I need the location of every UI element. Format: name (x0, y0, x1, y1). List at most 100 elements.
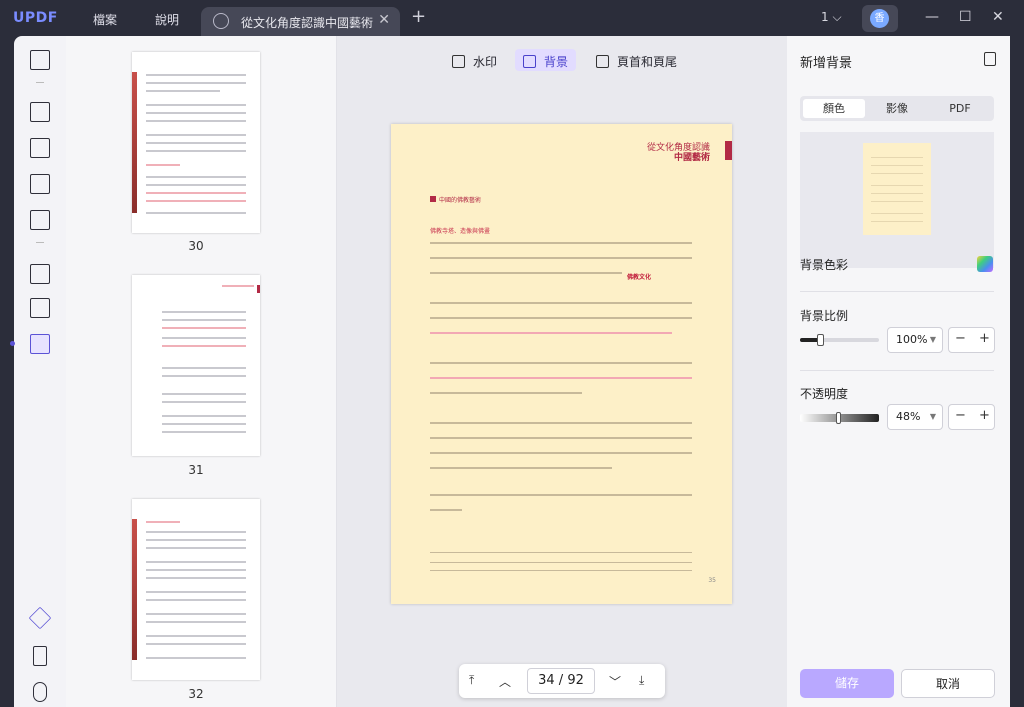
window-count-dropdown[interactable]: 1 ⌵ (821, 10, 842, 25)
text-line (430, 332, 672, 334)
scale-input[interactable]: 100% ▼ (887, 327, 943, 353)
menu-file[interactable]: 檔案 (93, 11, 117, 28)
chevron-down-icon: ▼ (929, 335, 936, 344)
header-footer-icon (596, 55, 609, 68)
background-type-tabs: 顏色 影像 PDF (800, 96, 994, 121)
tab-image[interactable]: 影像 (866, 99, 928, 118)
layers-icon[interactable] (28, 606, 52, 630)
crop-icon[interactable] (30, 298, 50, 318)
page-tools-icon[interactable] (30, 334, 50, 354)
close-tab-icon[interactable]: ✕ (378, 12, 390, 28)
text-line (162, 393, 246, 395)
text-line (430, 437, 692, 439)
scale-slider-handle[interactable] (817, 334, 824, 346)
next-page-button[interactable]: ﹀ (609, 673, 621, 690)
text-line (162, 415, 246, 417)
text-line (146, 643, 246, 645)
section-title: 中國的佛教藝術 (430, 195, 481, 204)
edit-pdf-icon[interactable] (30, 138, 50, 158)
page-layout-icon[interactable] (30, 174, 50, 194)
account-button[interactable]: 香 (862, 5, 898, 32)
text-line (146, 577, 246, 579)
text-line (430, 494, 692, 496)
text-line (146, 82, 246, 84)
watermark-tool[interactable]: 水印 (449, 49, 500, 71)
text-line (146, 134, 246, 136)
tab-pdf[interactable]: PDF (929, 99, 991, 118)
header-accent-bar (725, 141, 732, 160)
left-toolbar (10, 36, 66, 707)
thumbnail-header-mark (257, 285, 260, 293)
scale-label: 背景比例 (800, 309, 849, 323)
decrease-button[interactable]: − (955, 331, 966, 346)
opacity-slider[interactable] (800, 412, 879, 424)
text-line (162, 367, 246, 369)
cancel-button[interactable]: 取消 (901, 669, 995, 698)
attachment-icon[interactable] (33, 682, 47, 702)
background-tool[interactable]: 背景 (515, 49, 577, 71)
text-line (146, 192, 246, 194)
text-line (162, 375, 246, 377)
previous-page-button[interactable]: ︿ (499, 673, 511, 690)
reader-icon[interactable] (30, 50, 50, 70)
opacity-stepper: − + (948, 404, 995, 430)
text-line (430, 362, 692, 364)
text-line (430, 509, 462, 511)
close-window-button[interactable]: ✕ (992, 9, 1004, 25)
active-indicator (10, 341, 15, 346)
thumbnail-label: 32 (188, 687, 204, 701)
text-line (430, 272, 622, 274)
opacity-input[interactable]: 48% ▼ (887, 404, 943, 430)
organize-pages-icon[interactable] (30, 264, 50, 284)
opacity-slider-handle[interactable] (836, 412, 841, 424)
text-line (162, 327, 246, 329)
export-icon[interactable] (984, 52, 996, 66)
document-view[interactable]: 水印 背景 頁首和頁尾 從文化角度認識 中國藝術 中國的佛教藝術 佛教寺塔、造像… (337, 36, 787, 707)
document-tab[interactable]: 從文化角度認識中國藝術 ✕ (201, 7, 400, 36)
text-line (146, 621, 246, 623)
panel-title: 新增背景 (800, 56, 853, 71)
page-thumbnail[interactable] (132, 275, 260, 456)
page-number-input[interactable]: 34 / 92 (527, 668, 595, 694)
page-header-line2: 中國藝術 (673, 153, 710, 163)
opacity-label: 不透明度 (800, 387, 849, 401)
increase-button[interactable]: + (979, 408, 990, 423)
tab-color[interactable]: 顏色 (803, 99, 865, 118)
subheading: 佛教寺塔、造像與佛畫 (430, 228, 491, 235)
app-logo: UPDF (13, 10, 58, 26)
divider (800, 370, 994, 371)
text-line (146, 212, 246, 214)
new-tab-button[interactable]: + (411, 6, 426, 27)
minimize-button[interactable]: — (925, 9, 939, 25)
text-line (146, 200, 246, 202)
form-icon[interactable] (30, 210, 50, 230)
increase-button[interactable]: + (979, 331, 990, 346)
first-page-button[interactable]: ⤒ (469, 673, 474, 688)
page-thumbnail[interactable] (132, 52, 260, 233)
toolbar-divider (36, 82, 44, 83)
scale-stepper: − + (948, 327, 995, 353)
comment-icon[interactable] (30, 102, 50, 122)
text-line (430, 377, 692, 379)
text-line (162, 311, 246, 313)
menu-help[interactable]: 說明 (155, 11, 179, 28)
decrease-button[interactable]: − (955, 408, 966, 423)
thumbnail-panel[interactable]: 30 31 32 (66, 36, 337, 707)
text-line (146, 599, 246, 601)
save-button[interactable]: 儲存 (800, 669, 894, 698)
text-line (162, 319, 246, 321)
scale-slider[interactable] (800, 334, 879, 346)
app-window: UPDF 檔案 說明 從文化角度認識中國藝術 ✕ + 1 ⌵ 香 — ☐ ✕ 3… (0, 0, 1024, 707)
page-navigator: ⤒ ︿ 34 / 92 ﹀ ⤓ (459, 664, 665, 698)
bookmark-icon[interactable] (33, 646, 47, 666)
page-thumbnail[interactable] (132, 499, 260, 680)
text-line (430, 422, 692, 424)
text-line (430, 302, 692, 304)
last-page-button[interactable]: ⤓ (639, 673, 644, 688)
color-picker-icon[interactable] (977, 256, 993, 272)
maximize-button[interactable]: ☐ (959, 9, 972, 25)
text-line (146, 531, 246, 533)
pdf-page[interactable]: 從文化角度認識 中國藝術 中國的佛教藝術 佛教寺塔、造像與佛畫 佛教文化 35 (391, 124, 732, 604)
text-line (222, 285, 254, 287)
header-footer-tool[interactable]: 頁首和頁尾 (593, 49, 680, 71)
